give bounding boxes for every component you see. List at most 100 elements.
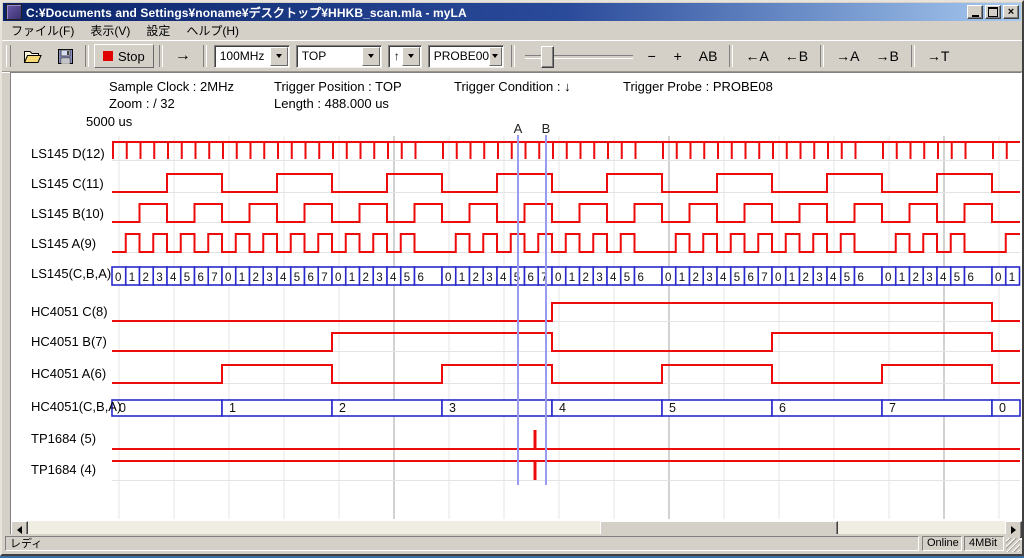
svg-text:3: 3 [449, 401, 456, 415]
memory-size: 4MBit [969, 537, 997, 549]
svg-text:1: 1 [239, 272, 245, 284]
svg-text:1: 1 [129, 272, 135, 284]
wave-ls145-b-10- [112, 204, 1020, 222]
waveform-overlay: Sample Clock : 2MHz Trigger Position : T… [2, 2, 1024, 558]
svg-text:0: 0 [999, 401, 1006, 415]
online-status-pane: Online [922, 536, 962, 551]
svg-text:3: 3 [486, 272, 492, 284]
svg-text:4: 4 [280, 272, 287, 284]
resize-grip[interactable] [1006, 538, 1020, 552]
svg-text:1: 1 [569, 272, 575, 284]
channel-label: HC4051 A(6) [31, 365, 106, 383]
svg-text:1: 1 [459, 272, 465, 284]
svg-text:1: 1 [349, 272, 355, 284]
svg-text:5: 5 [954, 272, 960, 284]
svg-text:4: 4 [940, 272, 947, 284]
svg-text:4: 4 [500, 272, 507, 284]
channel-label: HC4051 B(7) [31, 333, 107, 351]
svg-text:6: 6 [528, 272, 534, 284]
svg-text:5: 5 [514, 272, 520, 284]
svg-text:0: 0 [335, 272, 341, 284]
svg-text:3: 3 [816, 272, 822, 284]
arrow-left-icon [13, 526, 22, 534]
svg-text:5: 5 [404, 272, 410, 284]
svg-text:2: 2 [363, 272, 369, 284]
svg-text:4: 4 [610, 272, 617, 284]
channel-label: LS145 B(10) [31, 205, 104, 223]
wave-ls145-c-b-a-: 0123456701234567012345601234567012345601… [112, 267, 1020, 285]
memory-size-pane: 4MBit [964, 536, 1004, 551]
svg-text:2: 2 [253, 272, 259, 284]
wave-hc4051-c-b-a-: 012345670 [112, 400, 1020, 416]
online-status: Online [927, 537, 959, 549]
svg-text:0: 0 [115, 272, 121, 284]
svg-text:4: 4 [559, 401, 566, 415]
channel-label: TP1684 (4) [31, 461, 96, 479]
svg-text:1: 1 [789, 272, 795, 284]
svg-text:4: 4 [170, 272, 177, 284]
svg-text:2: 2 [803, 272, 809, 284]
svg-text:6: 6 [968, 272, 974, 284]
svg-text:5: 5 [184, 272, 190, 284]
svg-text:2: 2 [913, 272, 919, 284]
wave-ls145-a-9- [112, 234, 1020, 252]
svg-text:0: 0 [555, 272, 561, 284]
svg-text:4: 4 [390, 272, 397, 284]
svg-text:0: 0 [775, 272, 781, 284]
svg-text:6: 6 [779, 401, 786, 415]
svg-text:3: 3 [266, 272, 272, 284]
svg-text:6: 6 [198, 272, 204, 284]
svg-text:0: 0 [885, 272, 891, 284]
svg-text:5: 5 [669, 401, 676, 415]
svg-text:2: 2 [693, 272, 699, 284]
svg-text:1: 1 [1009, 272, 1015, 284]
channel-label: LS145 A(9) [31, 235, 96, 253]
channel-label: LS145(C,B,A) [31, 265, 111, 283]
svg-text:6: 6 [638, 272, 644, 284]
channel-label: HC4051(C,B,A) [31, 398, 121, 416]
svg-text:5: 5 [734, 272, 740, 284]
svg-text:7: 7 [321, 272, 327, 284]
channel-label: LS145 C(11) [31, 175, 104, 193]
svg-text:6: 6 [418, 272, 424, 284]
svg-text:6: 6 [308, 272, 314, 284]
svg-text:5: 5 [294, 272, 300, 284]
wave-hc4051-a-6- [112, 365, 1020, 383]
svg-text:2: 2 [143, 272, 149, 284]
svg-text:4: 4 [720, 272, 727, 284]
svg-text:3: 3 [376, 272, 382, 284]
wave-hc4051-b-7- [112, 333, 1020, 351]
svg-text:7: 7 [889, 401, 896, 415]
svg-text:0: 0 [225, 272, 231, 284]
svg-text:3: 3 [156, 272, 162, 284]
svg-text:3: 3 [706, 272, 712, 284]
status-message-pane: レディ [5, 536, 919, 551]
svg-text:0: 0 [995, 272, 1001, 284]
wave-hc4051-c-8- [112, 303, 1020, 321]
svg-text:6: 6 [858, 272, 864, 284]
svg-text:2: 2 [473, 272, 479, 284]
wave-tp1684-4- [112, 461, 1020, 480]
wave-ls145-d-12- [112, 142, 1020, 159]
svg-text:7: 7 [211, 272, 217, 284]
svg-text:3: 3 [926, 272, 932, 284]
svg-text:2: 2 [583, 272, 589, 284]
svg-text:2: 2 [339, 401, 346, 415]
svg-text:6: 6 [748, 272, 754, 284]
svg-text:4: 4 [830, 272, 837, 284]
svg-text:0: 0 [665, 272, 671, 284]
svg-text:7: 7 [761, 272, 767, 284]
status-text: レディ [10, 535, 42, 551]
svg-text:1: 1 [229, 401, 236, 415]
channel-label: TP1684 (5) [31, 430, 96, 448]
svg-text:1: 1 [679, 272, 685, 284]
app-window: C:¥Documents and Settings¥noname¥デスクトップ¥… [0, 0, 1024, 556]
wave-ls145-c-11- [112, 174, 1020, 192]
arrow-right-icon [1011, 526, 1020, 534]
svg-text:3: 3 [596, 272, 602, 284]
svg-text:1: 1 [899, 272, 905, 284]
wave-tp1684-5- [112, 430, 1020, 449]
waveform-canvas[interactable]: 0123456701234567012345601234567012345601… [2, 2, 1024, 558]
svg-text:5: 5 [624, 272, 630, 284]
status-bar: レディ Online 4MBit [4, 534, 1020, 552]
